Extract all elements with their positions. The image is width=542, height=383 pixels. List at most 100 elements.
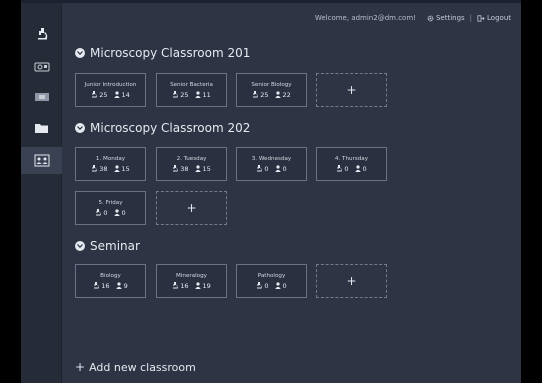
microscope-count: 38 (99, 164, 108, 173)
user-icon (113, 209, 120, 216)
student-count: 15 (202, 164, 211, 173)
class-card[interactable]: Biology 16 9 (75, 264, 146, 298)
user-icon (194, 91, 201, 98)
chevron-down-icon (75, 123, 85, 133)
student-count: 0 (282, 281, 287, 290)
user-icon (115, 282, 122, 289)
class-name: 2. Tuesday (176, 155, 207, 162)
sidebar-item-camera[interactable] (21, 53, 62, 80)
plus-icon: + (75, 360, 86, 374)
sidebar-item-microscope[interactable] (21, 20, 62, 47)
microscope-count: 0 (264, 164, 269, 173)
folder-icon (35, 123, 48, 133)
logout-label: Logout (487, 14, 511, 22)
microscope-count: 16 (101, 281, 110, 290)
section-header-classroom-201[interactable]: Microscopy Classroom 201 (75, 46, 250, 60)
microscope-icon (173, 282, 179, 289)
microscope-count: 25 (260, 90, 269, 99)
chevron-down-icon (75, 48, 85, 58)
user-icon (194, 282, 201, 289)
add-class-button[interactable]: + (316, 73, 387, 107)
camera-icon (34, 62, 49, 71)
class-card[interactable]: Mineralogy 16 19 (156, 264, 227, 298)
student-count: 14 (121, 90, 130, 99)
classroom-icon (34, 154, 49, 167)
user-icon (113, 91, 120, 98)
add-class-button[interactable]: + (316, 264, 387, 298)
class-name: 5. Friday (98, 199, 123, 206)
microscope-count: 16 (180, 281, 189, 290)
class-name: 3. Wednesday (251, 155, 292, 162)
top-bar: Welcome, admin2@dm.com! Settings | Logou… (315, 14, 511, 22)
class-card[interactable]: 4. Thursday 0 0 (316, 147, 387, 181)
class-name: Senior Bacteria (170, 81, 213, 88)
sidebar-item-slides[interactable] (21, 83, 62, 110)
class-name: Mineralogy (176, 272, 207, 279)
microscope-count: 25 (99, 90, 108, 99)
microscope-icon (257, 165, 263, 172)
welcome-text: Welcome, admin2@dm.com! (314, 14, 416, 22)
student-count: 0 (282, 164, 287, 173)
section-header-classroom-202[interactable]: Microscopy Classroom 202 (75, 121, 250, 135)
microscope-icon (253, 91, 259, 98)
microscope-count: 0 (103, 208, 108, 217)
sidebar-item-folder[interactable] (21, 114, 62, 141)
chevron-down-icon (75, 241, 85, 251)
user-icon (113, 165, 120, 172)
student-count: 19 (202, 281, 211, 290)
user-icon (354, 165, 361, 172)
section-header-seminar[interactable]: Seminar (75, 239, 140, 253)
microscope-icon (94, 282, 100, 289)
microscope-count: 38 (180, 164, 189, 173)
class-card[interactable]: Senior Bacteria 25 11 (156, 73, 227, 107)
slide-icon (34, 92, 49, 101)
class-name: Biology (100, 272, 121, 279)
class-card[interactable]: 1. Monday 38 15 (75, 147, 146, 181)
class-name: 4. Thursday (334, 155, 369, 162)
class-name: Senior Biology (251, 81, 292, 88)
student-count: 9 (123, 281, 128, 290)
microscope-icon (173, 91, 179, 98)
settings-label: Settings (435, 14, 465, 22)
header-separator: | (469, 14, 473, 22)
section-title: Microscopy Classroom 201 (90, 46, 251, 60)
user-icon (274, 165, 281, 172)
student-count: 11 (202, 90, 211, 99)
gear-icon (427, 15, 434, 21)
add-classroom-label: Add new classroom (89, 360, 196, 374)
class-card[interactable]: Senior Biology 25 22 (236, 73, 307, 107)
class-name: 1. Monday (95, 155, 126, 162)
user-icon (274, 282, 281, 289)
add-class-button[interactable]: + (156, 191, 227, 225)
student-count: 0 (362, 164, 367, 173)
class-card[interactable]: 2. Tuesday 38 15 (156, 147, 227, 181)
microscope-count: 25 (180, 90, 189, 99)
student-count: 15 (121, 164, 130, 173)
microscope-count: 0 (344, 164, 349, 173)
user-icon (274, 91, 281, 98)
settings-link[interactable]: Settings (427, 14, 465, 22)
microscope-icon (257, 282, 263, 289)
logout-icon (477, 14, 485, 22)
student-count: 0 (121, 208, 126, 217)
microscope-icon (92, 91, 98, 98)
sidebar (21, 3, 62, 383)
microscope-icon (337, 165, 343, 172)
section-title: Microscopy Classroom 202 (90, 121, 251, 135)
user-icon (194, 165, 201, 172)
class-name: Pathology (257, 272, 286, 279)
sidebar-item-classroom[interactable] (21, 147, 62, 174)
class-card[interactable]: 5. Friday 0 0 (75, 191, 146, 225)
section-title: Seminar (90, 239, 140, 253)
class-card[interactable]: Junior Introduction 25 14 (75, 73, 146, 107)
student-count: 22 (282, 90, 291, 99)
microscope-icon (37, 27, 47, 39)
class-card[interactable]: 3. Wednesday 0 0 (236, 147, 307, 181)
class-card[interactable]: Pathology 0 0 (236, 264, 307, 298)
microscope-icon (173, 165, 179, 172)
add-new-classroom-button[interactable]: + Add new classroom (75, 360, 196, 374)
logout-link[interactable]: Logout (477, 14, 511, 22)
app-screen: Welcome, admin2@dm.com! Settings | Logou… (21, 0, 521, 383)
microscope-count: 0 (264, 281, 269, 290)
status-bar (21, 0, 521, 3)
